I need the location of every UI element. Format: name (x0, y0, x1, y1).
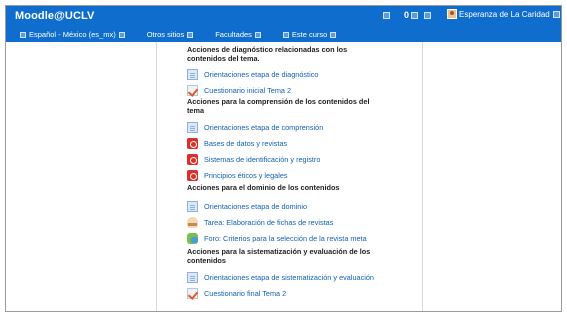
quiz-icon (187, 84, 198, 96)
activity-label: Sistemas de identificación y registro (204, 154, 321, 164)
user-name: Esperanza de La Caridad (459, 9, 550, 19)
other-sites-menu[interactable]: Otros sitios (147, 30, 194, 39)
page-icon (187, 200, 198, 212)
dropdown-icon (118, 31, 125, 38)
quiz-icon (187, 287, 198, 299)
language-label: Español - México (es_mx) (29, 30, 116, 39)
browser-frame: Moodle@UCLV 0 Esperanza de La Caridad Es… (5, 5, 562, 312)
user-menu-dropdown-icon (552, 10, 560, 18)
activity-label: Bases de datos y revistas (204, 138, 288, 148)
activity-label: Foro: Criterios para la selección de la … (204, 233, 367, 243)
activity-label: Cuestionario inicial Tema 2 (204, 85, 292, 95)
activity-link[interactable]: Orientaciones etapa de diagnóstico (187, 66, 387, 82)
activity-label: Orientaciones etapa de sistematización y… (204, 272, 374, 282)
page-icon (187, 121, 198, 133)
forum-icon (187, 232, 198, 244)
user-menu[interactable]: Esperanza de La Caridad (447, 9, 560, 19)
course-icon (282, 31, 289, 38)
activity-link[interactable]: Bases de datos y revistas (187, 135, 387, 151)
activity-link[interactable]: Foro: Criterios para la selección de la … (187, 230, 387, 246)
messages-icon[interactable] (411, 11, 419, 19)
faculties-label: Facultades (215, 30, 252, 39)
navbar-icons: 0 (383, 10, 437, 20)
other-sites-label: Otros sitios (146, 30, 185, 39)
navbar: Moodle@UCLV 0 Esperanza de La Caridad Es… (6, 6, 561, 42)
language-icon (20, 31, 26, 38)
activity-label: Principios éticos y legales (204, 170, 288, 180)
custom-menu-bar: Español - México (es_mx) Otros sitios Fa… (20, 30, 358, 39)
notifications-icon[interactable] (383, 11, 390, 19)
message-count: 0 (404, 10, 410, 20)
activity-label: Orientaciones etapa de comprensión (204, 122, 324, 132)
section-heading: Acciones para la comprensión de los cont… (187, 97, 370, 115)
dropdown-icon (187, 31, 194, 38)
pdf-icon (187, 137, 198, 149)
activity-link[interactable]: Cuestionario final Tema 2 (187, 285, 387, 301)
activity-link[interactable]: Sistemas de identificación y registro (187, 151, 387, 167)
activity-link[interactable]: Orientaciones etapa de sistematización y… (187, 269, 387, 285)
grid-icon[interactable] (424, 11, 432, 19)
site-brand-link[interactable]: Moodle@UCLV (15, 10, 94, 22)
faculties-menu[interactable]: Facultades (215, 30, 261, 39)
course-section: Acciones de diagnóstico relacionadas con… (187, 44, 387, 301)
this-course-menu[interactable]: Este curso (282, 30, 337, 39)
activity-link[interactable]: Orientaciones etapa de comprensión (187, 119, 387, 135)
activity-label: Tarea: Elaboración de fichas de revistas (204, 217, 334, 227)
activity-link[interactable]: Cuestionario inicial Tema 2 (187, 82, 387, 98)
activity-label: Orientaciones etapa de diagnóstico (204, 69, 319, 79)
activity-link[interactable]: Orientaciones etapa de dominio (187, 198, 387, 214)
pdf-icon (187, 153, 198, 165)
page-icon (187, 68, 198, 80)
avatar (447, 9, 457, 19)
page-icon (187, 271, 198, 283)
dropdown-icon (330, 31, 337, 38)
pdf-icon (187, 169, 198, 181)
dropdown-icon (254, 31, 261, 38)
this-course-label: Este curso (291, 30, 328, 39)
section-heading: Acciones de diagnóstico relacionadas con… (187, 45, 348, 63)
section-heading: Acciones para el dominio de los contenid… (187, 183, 340, 192)
language-menu[interactable]: Español - México (es_mx) (20, 30, 125, 39)
activity-label: Orientaciones etapa de dominio (204, 201, 308, 211)
activity-label: Cuestionario final Tema 2 (204, 288, 287, 298)
section-heading: Acciones para la sistematización y evalu… (187, 247, 371, 265)
assignment-icon (187, 216, 198, 228)
activity-link[interactable]: Principios éticos y legales (187, 167, 387, 183)
activity-link[interactable]: Tarea: Elaboración de fichas de revistas (187, 214, 387, 230)
